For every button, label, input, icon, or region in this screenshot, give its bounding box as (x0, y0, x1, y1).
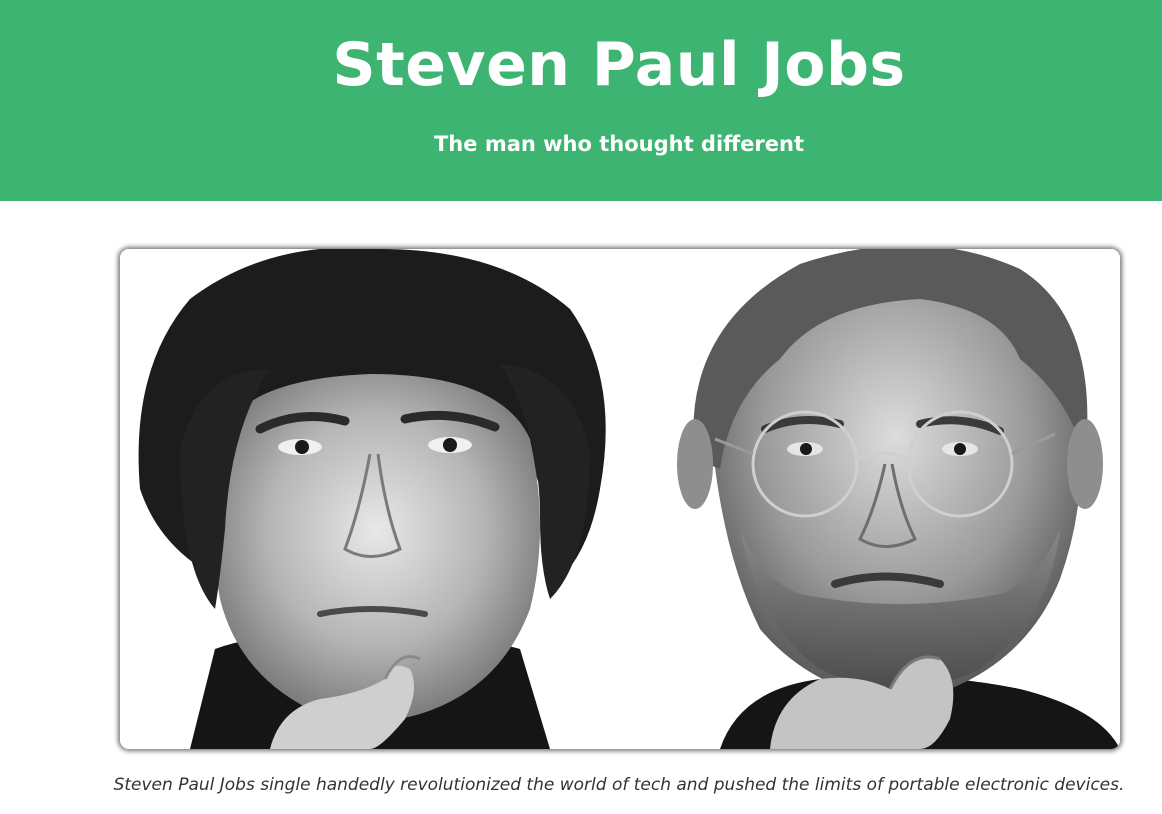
page-subtitle: The man who thought different (433, 132, 804, 156)
page-title: Steven Paul Jobs (332, 30, 906, 100)
portrait-photo (120, 249, 1120, 749)
page-header: Steven Paul Jobs The man who thought dif… (0, 0, 1162, 201)
photo-caption: Steven Paul Jobs single handedly revolut… (113, 775, 1125, 795)
